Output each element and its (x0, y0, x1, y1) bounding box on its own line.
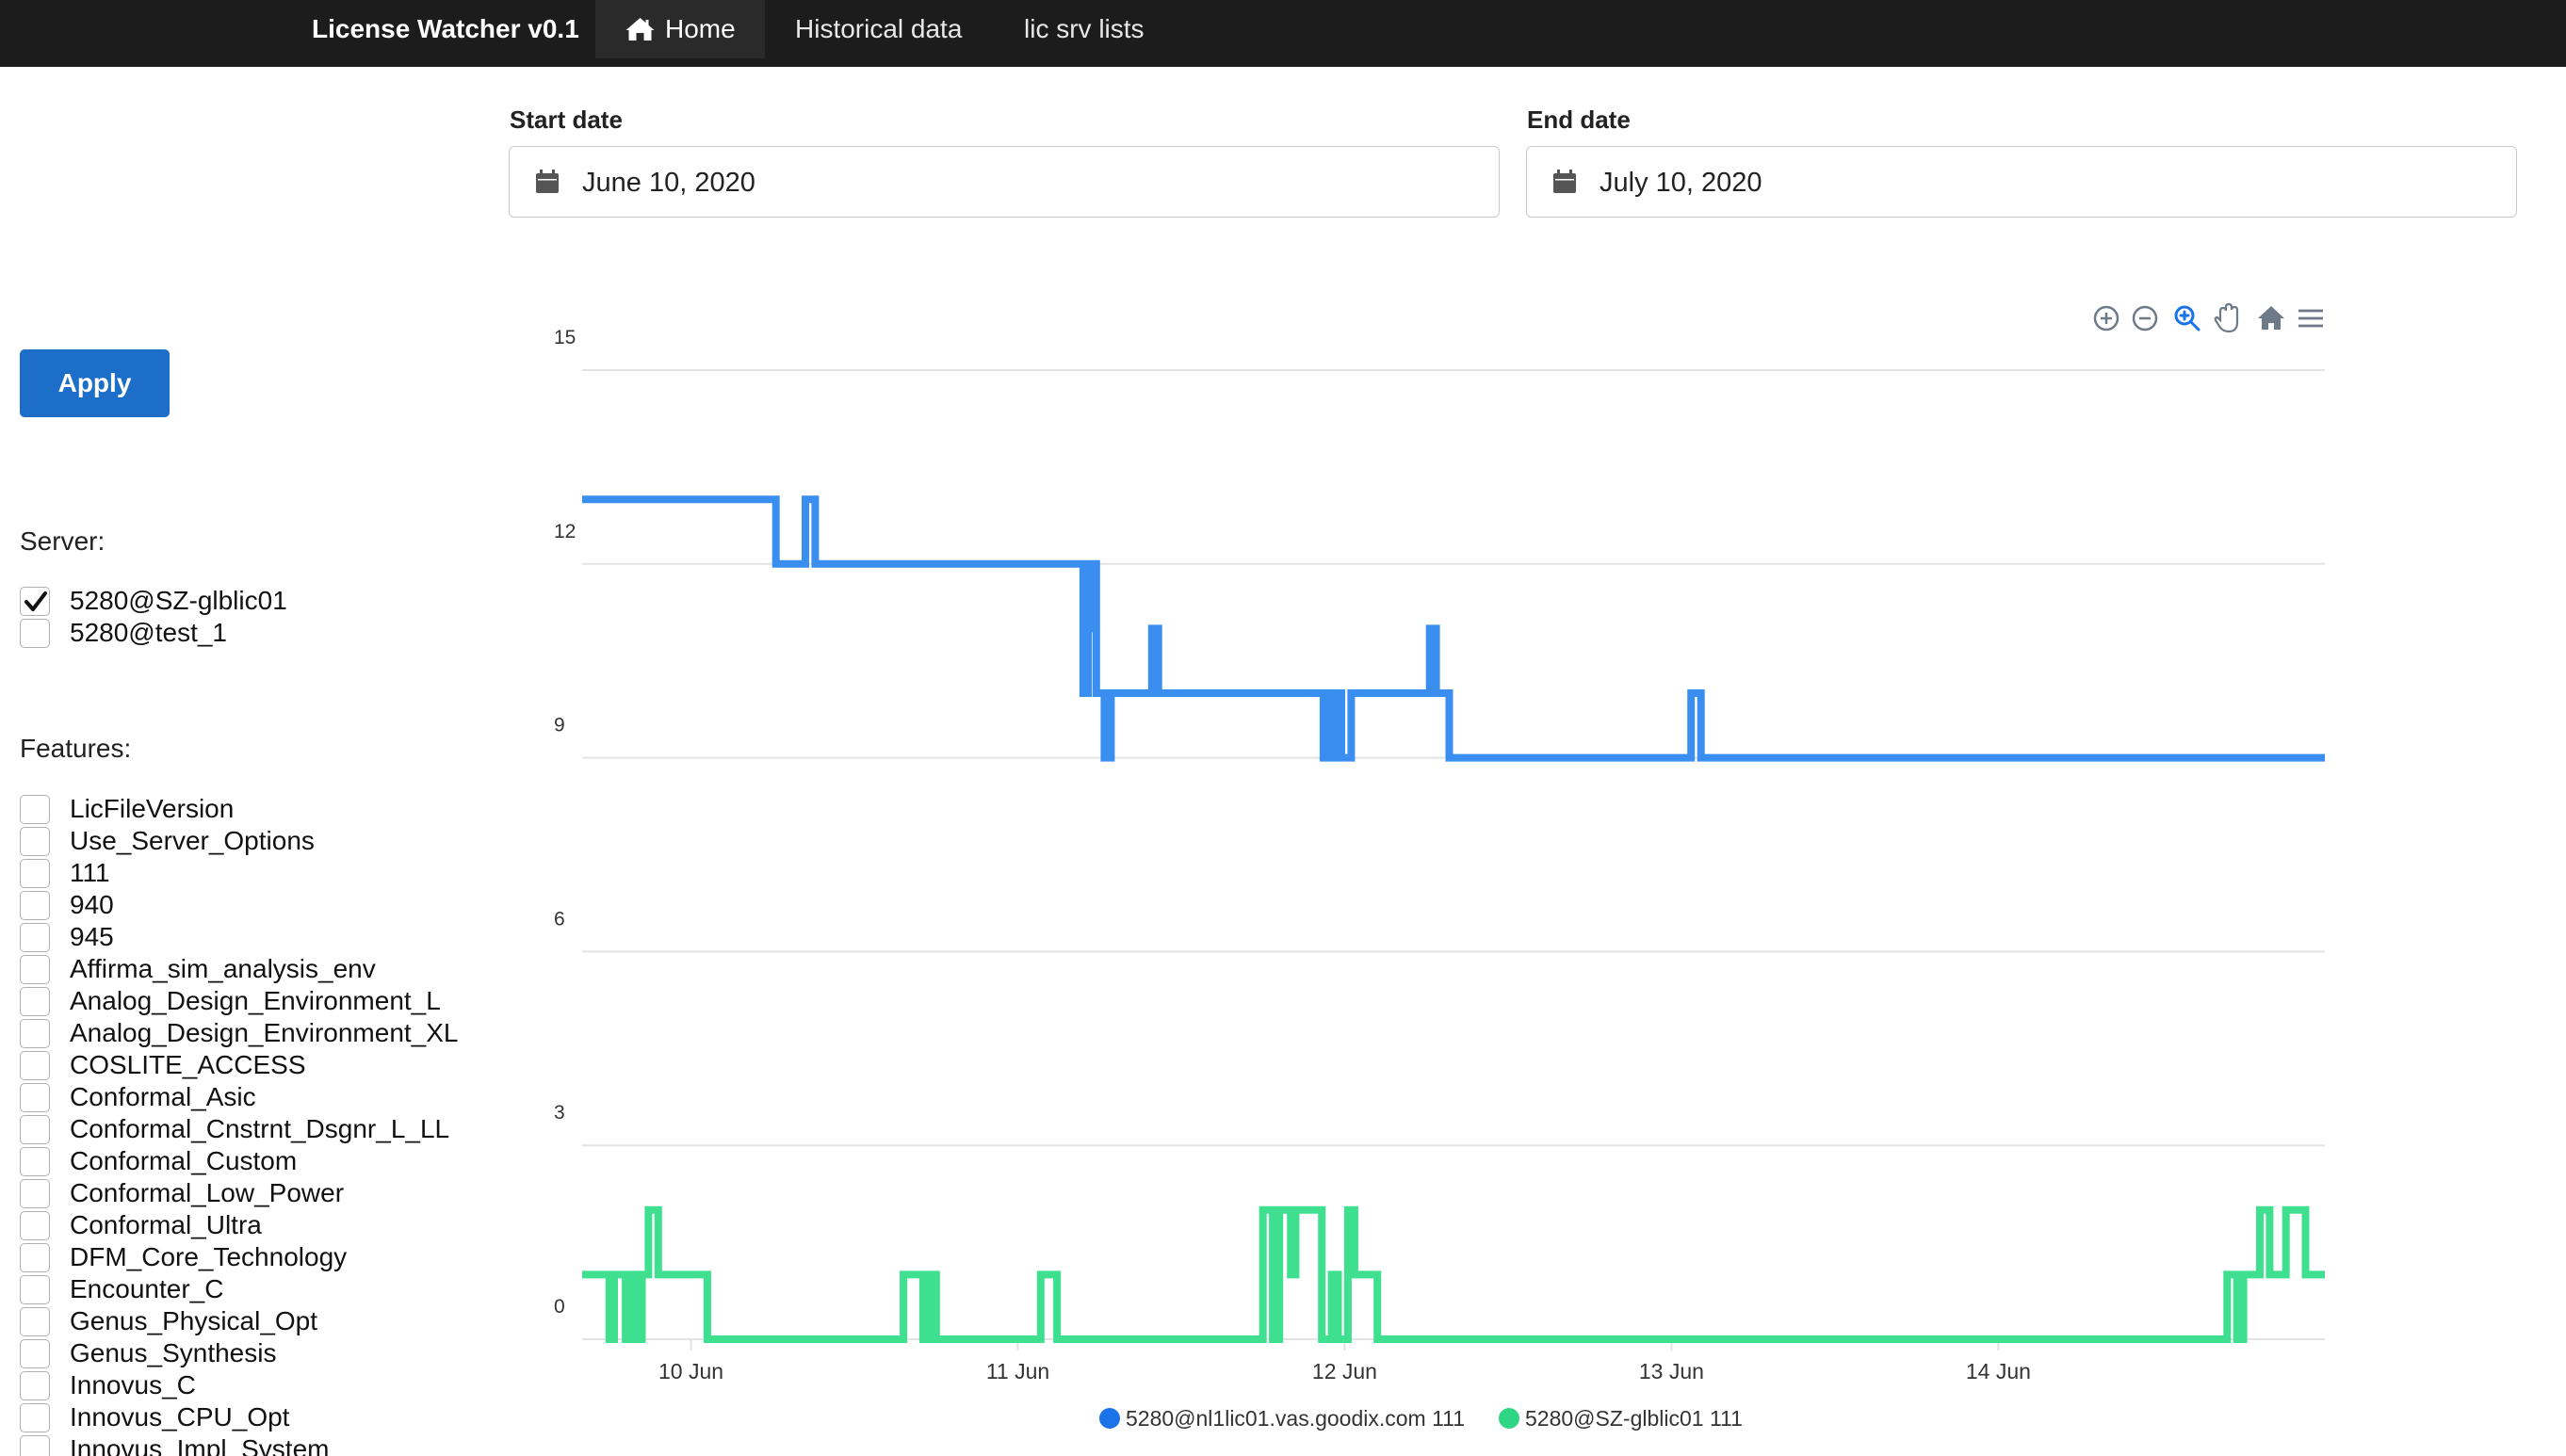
nav-item-historical-data[interactable]: Historical data (766, 0, 991, 58)
reset-home-icon[interactable] (2258, 306, 2284, 330)
checkbox-label: Genus_Physical_Opt (70, 1306, 318, 1335)
x-tick-label: 11 Jun (986, 1359, 1049, 1383)
checkbox-label: Genus_Synthesis (70, 1338, 277, 1367)
checkbox-label: DFM_Core_Technology (70, 1242, 348, 1271)
chart-series (582, 495, 2325, 1343)
legend-marker (1099, 1408, 1120, 1429)
home-shape (2258, 306, 2284, 330)
end-date-value: July 10, 2020 (1600, 168, 1762, 198)
checkbox[interactable] (20, 1115, 50, 1144)
y-tick-label: 9 (554, 715, 565, 736)
y-tick-label: 3 (554, 1102, 565, 1124)
start-date-field[interactable]: June 10, 2020 (509, 146, 1500, 218)
calendar-icon (1553, 170, 1576, 193)
top-navbar: License Watcher v0.1 Home Historical dat… (0, 0, 2566, 67)
menu-icon[interactable] (2298, 309, 2323, 328)
chart-toolbar (2093, 302, 2323, 333)
y-axis: 15 12 9 6 3 0 (554, 327, 576, 1318)
start-date-value: June 10, 2020 (582, 168, 755, 198)
checkbox-label: Innovus_Impl_System (70, 1434, 330, 1456)
checkbox[interactable] (20, 1179, 50, 1208)
nav-item-home[interactable]: Home (595, 0, 765, 58)
checkbox-label: Conformal_Cnstrnt_Dsgnr_L_LL (70, 1114, 450, 1143)
x-axis: 10 Jun 11 Jun 12 Jun 13 Jun 14 Jun (582, 1338, 2325, 1383)
checkbox[interactable] (20, 1211, 50, 1240)
checkbox[interactable] (20, 619, 50, 648)
checkbox-label: Conformal_Custom (70, 1146, 298, 1175)
checkbox[interactable] (20, 795, 50, 824)
zoom-out-icon[interactable] (2132, 305, 2158, 332)
zoom-in-icon[interactable] (2093, 305, 2119, 332)
checkbox-label: Innovus_CPU_Opt (70, 1402, 290, 1432)
checkbox[interactable] (20, 1019, 50, 1048)
checkbox[interactable] (20, 1339, 50, 1368)
zoom-in-plus (2101, 313, 2112, 324)
checkbox[interactable] (20, 891, 50, 920)
license-usage-chart: 15129630 10 Jun 11 Jun 12 Jun 13 Jun 14 Jun … (554, 302, 2325, 1431)
checkbox[interactable] (20, 1243, 50, 1272)
legend-marker (1499, 1408, 1519, 1429)
checkbox-label: 940 (70, 890, 114, 919)
y-tick-label: 15 (554, 327, 576, 348)
checkbox-label: 111 (70, 858, 110, 887)
x-tick-label: 14 Jun (1966, 1359, 2031, 1383)
pan-hand-shape (2214, 302, 2239, 333)
checkbox-label: Use_Server_Options (70, 826, 315, 855)
x-tick-label: 12 Jun (1312, 1359, 1377, 1383)
menu-lines (2298, 309, 2323, 328)
nav-item-home-label: Home (665, 14, 736, 43)
checkbox[interactable] (20, 1147, 50, 1176)
app-brand[interactable]: License Watcher v0.1 (312, 0, 579, 58)
checkbox-label: Conformal_Low_Power (70, 1178, 345, 1207)
checkbox[interactable] (20, 1371, 50, 1400)
selection-zoom-icon[interactable] (2174, 305, 2201, 332)
checkbox-label: Affirma_sim_analysis_env (70, 954, 376, 983)
checkbox[interactable] (20, 955, 50, 984)
y-tick-label: 12 (554, 521, 576, 542)
checkbox[interactable] (20, 1275, 50, 1304)
checkbox[interactable] (20, 923, 50, 952)
checkbox[interactable] (20, 827, 50, 856)
server-section-title: Server: (20, 526, 106, 556)
checkbox[interactable] (20, 1307, 50, 1336)
checkbox[interactable] (20, 1083, 50, 1112)
checkbox-label: Analog_Design_Environment_L (70, 986, 441, 1015)
chart-legend: 5280@nl1lic01.vas.goodix.com 111 5280@SZ-… (1099, 1406, 1743, 1431)
checkbox-label: Conformal_Asic (70, 1082, 256, 1111)
checkbox[interactable] (20, 987, 50, 1016)
legend-label: 5280@nl1lic01.vas.goodix.com 111 (1126, 1406, 1465, 1431)
y-tick-label: 6 (554, 908, 565, 930)
checkbox-label: 5280@test_1 (70, 618, 227, 647)
series-line-1 (582, 1205, 2325, 1343)
start-date-label: Start date (510, 105, 623, 134)
pan-hand-icon[interactable] (2214, 302, 2239, 333)
features-section-title: Features: (20, 734, 132, 763)
calendar-icon (536, 170, 559, 193)
checkbox[interactable] (20, 1435, 50, 1456)
checkbox-label: Innovus_C (70, 1370, 196, 1399)
checkbox[interactable] (20, 1403, 50, 1432)
checkbox-label: 945 (70, 922, 114, 951)
checkbox[interactable] (20, 587, 50, 616)
series-line-0 (582, 495, 2325, 762)
y-tick-label: 0 (554, 1296, 565, 1318)
checkbox-label: Analog_Design_Environment_XL (70, 1018, 459, 1047)
x-tick-label: 13 Jun (1639, 1359, 1704, 1383)
home-icon (625, 18, 655, 40)
end-date-field[interactable]: July 10, 2020 (1526, 146, 2517, 218)
chart-grid (582, 369, 2325, 1340)
checkbox-label: Conformal_Ultra (70, 1210, 262, 1239)
end-date-label: End date (1527, 105, 1631, 134)
checkbox-label: COSLITE_ACCESS (70, 1050, 306, 1079)
apply-button[interactable]: Apply (20, 349, 170, 417)
checkbox-label: Encounter_C (70, 1274, 224, 1303)
legend-label: 5280@SZ-glblic01 111 (1525, 1406, 1743, 1431)
checkbox-label: 5280@SZ-glblic01 (70, 586, 287, 615)
x-tick-label: 10 Jun (658, 1359, 723, 1383)
checkbox[interactable] (20, 1051, 50, 1080)
nav-item-lic-srv-lists[interactable]: lic srv lists (995, 0, 1174, 58)
checkbox[interactable] (20, 859, 50, 888)
checkbox-label: LicFileVersion (70, 794, 235, 823)
